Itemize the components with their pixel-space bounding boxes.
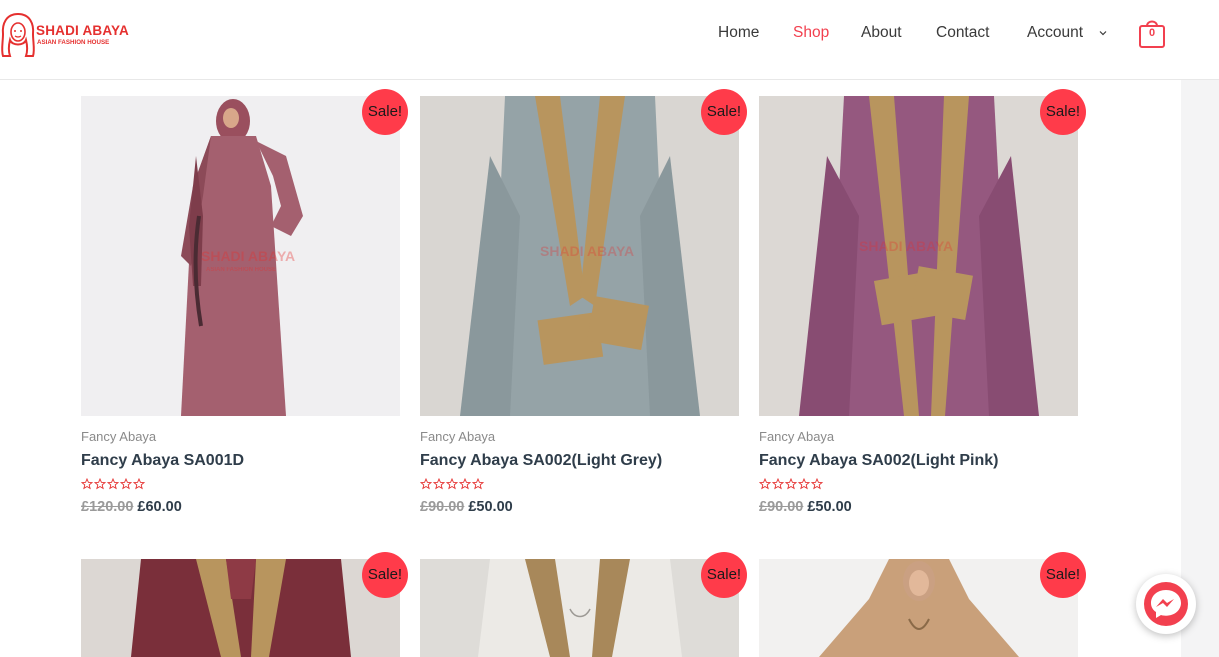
nav-contact[interactable]: Contact (936, 24, 989, 44)
product-card[interactable]: Sale! (81, 552, 408, 657)
site-logo[interactable]: SHADI ABAYA ASIAN FASHION HOUSE (0, 10, 130, 60)
product-title[interactable]: Fancy Abaya SA002(Light Grey) (420, 452, 662, 470)
brand-name: SHADI ABAYA (36, 23, 129, 38)
svg-text:SHADI ABAYA: SHADI ABAYA (540, 243, 634, 259)
rating-stars-icon (759, 478, 824, 490)
product-card[interactable]: Sale! (759, 552, 1086, 657)
page-gutter (1181, 80, 1219, 657)
product-card[interactable]: SHADI ABAYA Sale! Fancy Abaya Fancy Abay… (759, 89, 1086, 526)
svg-text:SHADI ABAYA: SHADI ABAYA (201, 248, 295, 264)
sale-badge: Sale! (1040, 89, 1086, 135)
sale-price: £50.00 (468, 499, 513, 515)
product-image[interactable]: SHADI ABAYA ASIAN FASHION HOUSE (81, 96, 400, 416)
logo-woman-icon (1, 12, 35, 57)
product-image[interactable] (420, 559, 739, 657)
product-title[interactable]: Fancy Abaya SA001D (81, 452, 244, 470)
product-image[interactable] (81, 559, 400, 657)
product-category[interactable]: Fancy Abaya (420, 429, 495, 444)
product-price: £90.00 £50.00 (759, 499, 852, 515)
sale-badge: Sale! (362, 552, 408, 598)
product-image[interactable]: SHADI ABAYA (420, 96, 739, 416)
old-price: £90.00 (420, 499, 465, 515)
sale-badge: Sale! (1040, 552, 1086, 598)
product-card[interactable]: SHADI ABAYA Sale! Fancy Abaya Fancy Abay… (420, 89, 747, 526)
sale-badge: Sale! (362, 89, 408, 135)
product-price: £90.00 £50.00 (420, 499, 513, 515)
sale-price: £60.00 (137, 499, 182, 515)
brand-tagline: ASIAN FASHION HOUSE (37, 39, 110, 46)
old-price: £120.00 (81, 499, 134, 515)
old-price: £90.00 (759, 499, 804, 515)
product-title[interactable]: Fancy Abaya SA002(Light Pink) (759, 452, 998, 470)
product-card[interactable]: SHADI ABAYA ASIAN FASHION HOUSE Sale! Fa… (81, 89, 408, 526)
nav-account[interactable]: Account (1027, 24, 1083, 44)
nav-shop[interactable]: Shop (793, 24, 829, 44)
messenger-icon (1144, 582, 1188, 626)
sale-badge: Sale! (701, 552, 747, 598)
svg-text:ASIAN FASHION HOUSE: ASIAN FASHION HOUSE (206, 267, 276, 273)
rating-stars-icon (81, 478, 146, 490)
product-image[interactable]: SHADI ABAYA (759, 96, 1078, 416)
product-category[interactable]: Fancy Abaya (81, 429, 156, 444)
nav-about[interactable]: About (861, 24, 902, 44)
sale-badge: Sale! (701, 89, 747, 135)
site-header: SHADI ABAYA ASIAN FASHION HOUSE Home Sho… (0, 0, 1219, 80)
messenger-chat-button[interactable] (1136, 574, 1196, 634)
svg-text:SHADI ABAYA: SHADI ABAYA (859, 238, 953, 254)
sale-price: £50.00 (807, 499, 852, 515)
cart-count[interactable]: 0 (1138, 27, 1166, 39)
nav-home[interactable]: Home (718, 24, 759, 44)
product-price: £120.00 £60.00 (81, 499, 182, 515)
product-category[interactable]: Fancy Abaya (759, 429, 834, 444)
chevron-down-icon[interactable] (1099, 29, 1107, 37)
product-image[interactable] (759, 559, 1078, 657)
shop-page: SHADI ABAYA ASIAN FASHION HOUSE Home Sho… (0, 0, 1219, 657)
product-card[interactable]: Sale! (420, 552, 747, 657)
rating-stars-icon (420, 478, 485, 490)
